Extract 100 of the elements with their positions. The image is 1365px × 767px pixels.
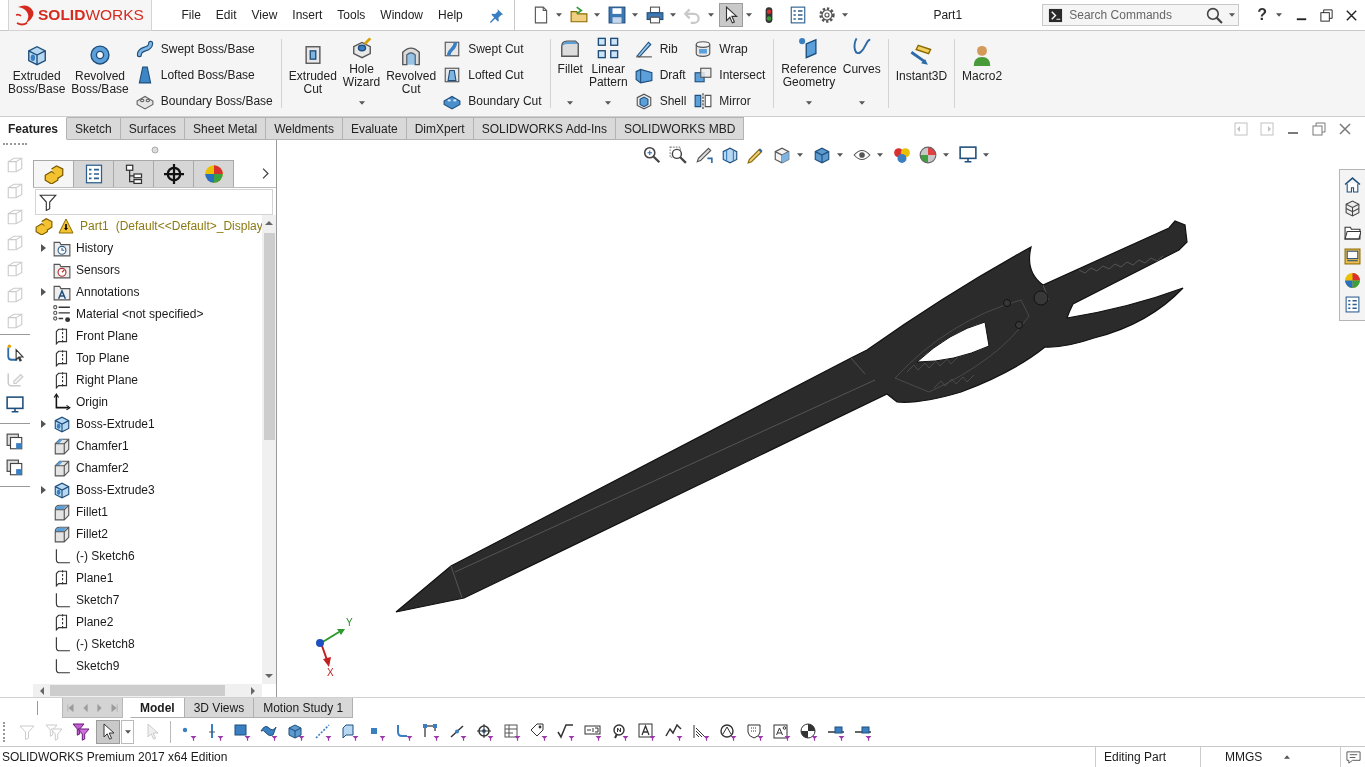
ribbon-button[interactable]: Revolved Cut (383, 31, 440, 116)
caret-icon[interactable] (1284, 755, 1291, 759)
pencil-arrow-icon[interactable] (695, 146, 713, 164)
ribbon-button[interactable]: Instant3D (892, 31, 951, 116)
filter-field[interactable] (35, 189, 273, 215)
tree-item[interactable]: Fillet1 (53, 503, 108, 521)
command-tab[interactable]: SOLIDWORKS MBD (616, 117, 745, 140)
caret-icon[interactable] (797, 153, 803, 157)
shaded-cube-icon[interactable] (813, 146, 831, 164)
ribbon-button[interactable]: Extruded Boss/Base (5, 31, 69, 116)
caret-icon[interactable] (556, 13, 563, 17)
caret-icon[interactable] (943, 153, 949, 157)
collapse-handle-icon[interactable] (150, 146, 159, 154)
speech-bubble-icon[interactable] (1345, 749, 1361, 765)
command-tab[interactable]: Weldments (266, 117, 343, 140)
picture-frame-icon[interactable] (1344, 248, 1361, 265)
caret-icon[interactable] (983, 153, 989, 157)
expand-arrow-icon[interactable] (40, 420, 46, 428)
scrollbar-thumb[interactable] (263, 233, 275, 440)
ribbon-button[interactable]: Shell (634, 88, 687, 114)
ribbon-button[interactable]: Intersect (694, 62, 766, 88)
caret-icon[interactable] (605, 101, 612, 105)
scrollbar-thumb[interactable] (50, 685, 225, 696)
panel-tab[interactable] (113, 160, 154, 187)
horizontal-scrollbar[interactable] (33, 684, 262, 697)
tree-item[interactable]: Front Plane (53, 327, 139, 345)
command-tab[interactable]: Sketch (67, 117, 121, 140)
restore-icon[interactable] (1319, 7, 1334, 23)
search-field[interactable]: Search Commands (1069, 6, 1201, 24)
ribbon-button[interactable]: Extruded Cut (285, 31, 340, 116)
folder-icon[interactable] (1344, 224, 1361, 241)
ribbon-button[interactable]: Swept Cut (443, 36, 542, 62)
stacked-windows-icon[interactable] (6, 433, 24, 451)
ribbon-button[interactable]: Lofted Boss/Base (135, 62, 273, 88)
caret-icon[interactable] (1229, 13, 1236, 17)
panel-tab[interactable] (153, 160, 194, 187)
caret-icon[interactable] (842, 13, 849, 17)
tree-item[interactable]: Top Plane (53, 349, 130, 367)
caret-icon[interactable] (877, 153, 883, 157)
tree-item[interactable]: (-) Sketch6 (53, 547, 135, 565)
tree-item[interactable]: Sensors (53, 261, 121, 279)
command-tab[interactable]: Evaluate (342, 117, 407, 140)
menu-item[interactable]: Edit (208, 6, 245, 24)
menu-item[interactable]: File (174, 6, 209, 24)
tree-item[interactable]: History (53, 239, 114, 257)
magnifier-box-icon[interactable] (669, 146, 687, 164)
ribbon-button[interactable]: Fillet (554, 31, 586, 116)
ribbon-button[interactable]: Macro2 (959, 31, 1006, 116)
ribbon-button[interactable]: Curves (839, 31, 884, 116)
color-ball-icon[interactable] (1344, 272, 1361, 289)
monitor-icon[interactable] (6, 396, 24, 414)
pushpin-icon[interactable] (489, 7, 505, 23)
tree-item[interactable]: Chamfer2 (53, 459, 129, 477)
tree-item[interactable]: Annotations (53, 283, 140, 301)
tree-item[interactable]: Right Plane (53, 371, 139, 389)
menu-item[interactable]: View (244, 6, 285, 24)
unit-system[interactable]: MMGS (1225, 750, 1263, 764)
caret-icon[interactable] (124, 730, 131, 734)
caret-icon[interactable] (632, 13, 639, 17)
caret-icon[interactable] (1276, 13, 1282, 17)
ribbon-button[interactable]: Reference Geometry (778, 31, 840, 116)
caret-icon[interactable] (837, 153, 843, 157)
command-tab[interactable]: Sheet Metal (185, 117, 267, 140)
sliced-cube-icon[interactable] (721, 146, 739, 164)
color-balls-icon[interactable] (893, 146, 911, 164)
expand-arrow-icon[interactable] (40, 288, 46, 296)
ribbon-button[interactable]: Linear Pattern (585, 31, 631, 116)
toolbar-button[interactable] (96, 720, 120, 744)
search-box[interactable]: Search Commands (1042, 4, 1240, 26)
monitor-icon[interactable] (959, 146, 977, 164)
cube-icon[interactable] (773, 146, 791, 164)
menu-item[interactable]: Tools (329, 6, 373, 24)
tree-item[interactable]: Boss-Extrude1 (53, 415, 155, 433)
tree-item[interactable]: Plane1 (53, 569, 114, 587)
sketch-pointer-icon[interactable] (6, 344, 24, 362)
scroll-arrow-icon[interactable] (38, 686, 46, 695)
menu-item[interactable]: Insert (284, 6, 330, 24)
caret-icon[interactable] (358, 101, 365, 105)
caret-icon[interactable] (670, 13, 677, 17)
ribbon-button[interactable]: Boundary Cut (443, 88, 542, 114)
menu-item[interactable]: Window (372, 6, 431, 24)
tree-item[interactable]: Boss-Extrude3 (53, 481, 155, 499)
toolbar-button[interactable] (719, 3, 744, 27)
tree-item[interactable]: (-) Sketch8 (53, 635, 135, 653)
ribbon-button[interactable]: Wrap (694, 36, 766, 62)
expand-arrow-icon[interactable] (40, 486, 46, 494)
command-tab[interactable]: DimXpert (406, 117, 474, 140)
magnifier-icon[interactable] (643, 146, 661, 164)
vertical-scrollbar[interactable] (262, 215, 276, 684)
command-tab[interactable]: SOLIDWORKS Add-Ins (473, 117, 617, 140)
ribbon-button[interactable]: Hole Wizard (339, 31, 384, 116)
home-icon[interactable] (1344, 176, 1361, 193)
caret-icon[interactable] (858, 101, 865, 105)
command-tab[interactable]: Surfaces (120, 117, 186, 140)
ribbon-button[interactable]: Mirror (694, 88, 766, 114)
ribbon-button[interactable]: Draft (634, 62, 687, 88)
bottom-tab[interactable]: Motion Study 1 (253, 698, 354, 718)
tree-item[interactable]: Sketch7 (53, 591, 120, 609)
list-icon[interactable] (1344, 296, 1361, 313)
ribbon-button[interactable]: Revolved Boss/Base (68, 31, 132, 116)
